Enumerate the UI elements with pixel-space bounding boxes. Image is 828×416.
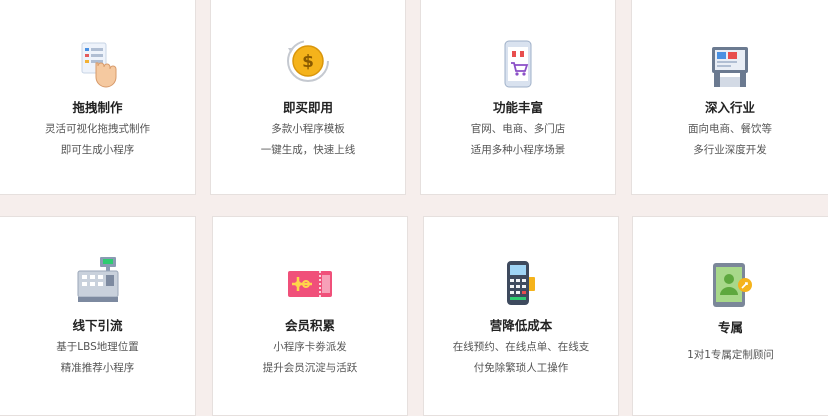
svg-text:$: $ <box>302 52 314 72</box>
feature-card-exclusive: 专属 1对1专属定制顾问 <box>632 216 828 416</box>
feature-description: 1对1专属定制顾问 <box>687 349 774 361</box>
feature-title: 功能丰富 <box>492 100 543 115</box>
feature-description: 小程序卡劵派发 提升会员沉淀与活跃 <box>262 341 358 374</box>
feature-description: 官网、电商、多门店 适用多种小程序场景 <box>470 123 566 156</box>
industry-screen-icon <box>704 41 756 93</box>
feature-title: 拖拽制作 <box>72 100 123 115</box>
feature-title: 线下引流 <box>72 318 123 333</box>
pos-terminal-icon <box>495 257 547 309</box>
feature-title: 深入行业 <box>704 100 755 115</box>
feature-title: 会员积累 <box>284 318 335 333</box>
feature-card-instant: $ 即买即用 多款小程序模板 一键生成，快速上线 <box>210 0 406 195</box>
feature-card-cost: 营降低成本 在线预约、在线点单、在线支 付免除繁琐人工操作 <box>423 216 619 416</box>
feature-description: 基于LBS地理位置 精准推荐小程序 <box>56 341 139 374</box>
gift-card-icon <box>284 261 336 313</box>
feature-description: 灵活可视化拖拽式制作 即可生成小程序 <box>45 123 150 156</box>
feature-title: 营降低成本 <box>489 318 553 333</box>
feature-card-industry: 深入行业 面向电商、餐饮等 多行业深度开发 <box>631 0 828 195</box>
dollar-coin-icon: $ <box>282 35 334 87</box>
phone-shop-icon <box>492 39 544 91</box>
feature-card-drag: 拖拽制作 灵活可视化拖拽式制作 即可生成小程序 <box>0 0 196 195</box>
feature-card-offline: 线下引流 基于LBS地理位置 精准推荐小程序 <box>0 216 196 416</box>
cash-register-icon <box>72 253 124 305</box>
feature-card-member: 会员积累 小程序卡劵派发 提升会员沉淀与活跃 <box>212 216 408 416</box>
feature-description: 多款小程序模板 一键生成，快速上线 <box>260 123 356 156</box>
drag-hand-icon <box>72 39 124 91</box>
feature-title: 专属 <box>717 320 743 335</box>
feature-title: 即买即用 <box>282 100 333 115</box>
consultant-tablet-icon <box>705 261 757 313</box>
feature-description: 面向电商、餐饮等 多行业深度开发 <box>688 123 772 156</box>
feature-description: 在线预约、在线点单、在线支 付免除繁琐人工操作 <box>452 341 590 374</box>
feature-card-rich: 功能丰富 官网、电商、多门店 适用多种小程序场景 <box>420 0 616 195</box>
